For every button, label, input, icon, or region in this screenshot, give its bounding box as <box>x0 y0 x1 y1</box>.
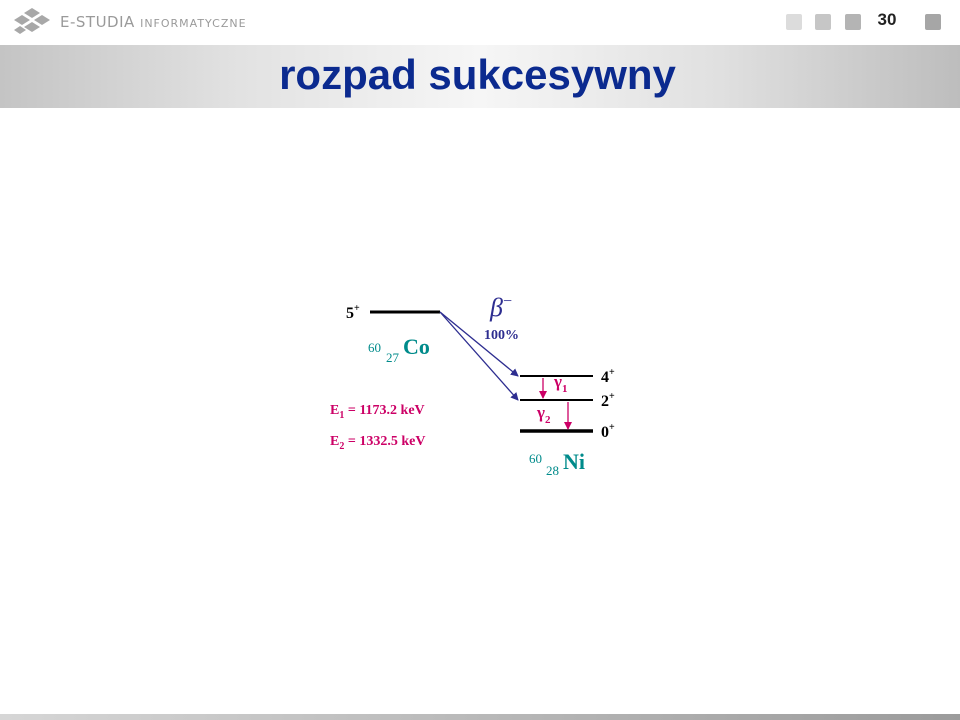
energy-e2-label: E2 = 1332.5 keV <box>330 434 425 452</box>
beta-minus-label: β− <box>489 293 512 322</box>
bottom-bar <box>0 714 960 720</box>
energy-e1-label: E1 = 1173.2 keV <box>330 403 425 421</box>
ni60-spin-4plus: 4+ <box>601 367 615 386</box>
ni60-spin-2plus: 2+ <box>601 391 615 410</box>
gamma2-label: γ2 <box>536 403 551 426</box>
ni60-nuclide-label: 60 28 Ni <box>529 449 585 479</box>
co60-spin-label: 5+ <box>346 303 360 322</box>
beta-branch-label: 100% <box>484 328 519 343</box>
decay-scheme-diagram: 5+ 60 27 Co β− 100% 4+ 2+ 0+ γ1 γ2 60 28… <box>330 293 615 479</box>
beta-arrow-to-2plus <box>439 311 519 401</box>
beta-arrow-to-4plus <box>439 311 519 377</box>
ni60-spin-0plus: 0+ <box>601 422 615 441</box>
co60-nuclide-label: 60 27 Co <box>368 334 430 366</box>
